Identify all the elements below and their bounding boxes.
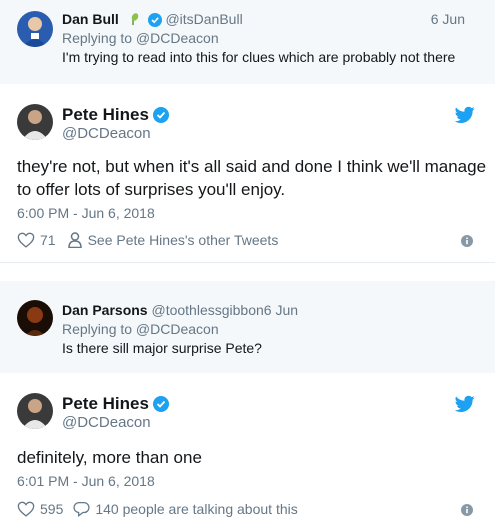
reply-tweet-dan-bull[interactable]: Dan Bull @itsDanBull 6 Jun Replying to @… xyxy=(0,0,495,84)
author-handle[interactable]: @DCDeacon xyxy=(62,125,151,143)
avatar[interactable] xyxy=(17,104,53,140)
tweet-time[interactable]: 6 Jun xyxy=(431,10,465,28)
person-icon[interactable] xyxy=(67,232,82,248)
replying-to: Replying to @DCDeacon xyxy=(62,30,219,46)
tweet-actions: 71 See Pete Hines's other Tweets xyxy=(17,231,278,249)
author-name[interactable]: Dan Parsons xyxy=(62,302,148,318)
verified-icon xyxy=(152,396,169,418)
heart-icon[interactable] xyxy=(17,232,35,248)
heart-icon[interactable] xyxy=(17,501,35,517)
author-name[interactable]: Dan Bull xyxy=(62,11,119,27)
replying-to: Replying to @DCDeacon xyxy=(62,321,219,337)
plant-emoji-icon xyxy=(123,11,144,27)
other-tweets-link[interactable]: See Pete Hines's other Tweets xyxy=(88,231,279,249)
divider xyxy=(0,262,495,263)
tweet-timestamp[interactable]: 6:00 PM - Jun 6, 2018 xyxy=(17,204,155,222)
verified-icon xyxy=(152,107,169,129)
avatar[interactable] xyxy=(17,11,53,47)
comment-icon[interactable] xyxy=(73,501,90,517)
author-handle[interactable]: @toothlessgibbon xyxy=(151,302,263,318)
avatar[interactable] xyxy=(17,300,53,336)
info-icon[interactable] xyxy=(461,503,473,516)
tweet-text: Is there sill major surprise Pete? xyxy=(62,340,262,356)
tweet-time[interactable]: 6 Jun xyxy=(264,302,298,318)
author-handle[interactable]: @itsDanBull xyxy=(165,11,242,27)
author-handle[interactable]: @DCDeacon xyxy=(62,414,151,432)
twitter-bird-icon[interactable] xyxy=(454,395,475,413)
avatar[interactable] xyxy=(17,393,53,429)
tweet-text: definitely, more than one xyxy=(17,448,202,467)
tweet-text: I'm trying to read into this for clues w… xyxy=(62,49,456,65)
like-count[interactable]: 71 xyxy=(40,231,56,249)
talking-count[interactable]: 140 people are talking about this xyxy=(95,500,297,518)
like-count[interactable]: 595 xyxy=(40,500,63,518)
tweet-pete-hines-1[interactable]: Pete Hines @DCDeacon they're not, but wh… xyxy=(0,84,495,262)
reply-tweet-dan-parsons[interactable]: Dan Parsons @toothlessgibbon6 Jun Replyi… xyxy=(0,281,495,373)
reply-header: Dan Parsons @toothlessgibbon6 Jun xyxy=(62,301,298,319)
twitter-bird-icon[interactable] xyxy=(454,106,475,124)
info-icon[interactable] xyxy=(461,234,473,247)
tweet-pete-hines-2[interactable]: Pete Hines @DCDeacon definitely, more th… xyxy=(0,373,495,531)
tweet-timestamp[interactable]: 6:01 PM - Jun 6, 2018 xyxy=(17,472,155,490)
reply-header: Dan Bull @itsDanBull xyxy=(62,10,243,31)
tweet-actions: 595 140 people are talking about this xyxy=(17,500,298,518)
tweet-text: they're not, but when it's all said and … xyxy=(17,157,487,199)
